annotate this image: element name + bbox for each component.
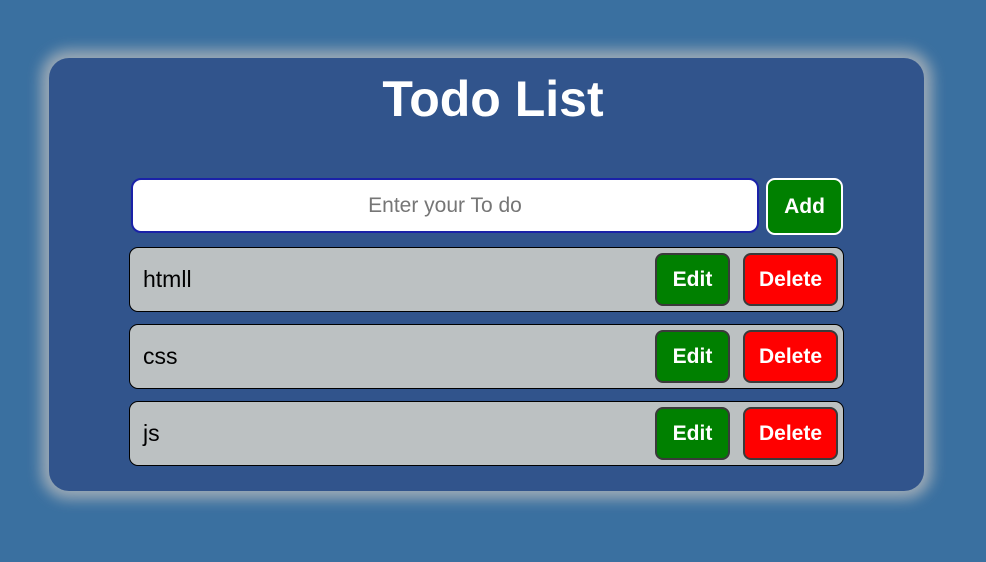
add-button[interactable]: Add [766,178,843,235]
todo-text: js [143,420,160,446]
page-title: Todo List [382,71,604,127]
todo-item: js Edit Delete [129,401,844,466]
todo-item: htmll Edit Delete [129,247,844,312]
todo-list: htmll Edit Delete css Edit Delete js Edi… [129,247,844,478]
delete-button[interactable]: Delete [743,407,838,460]
todo-text: htmll [143,266,192,292]
delete-button[interactable]: Delete [743,330,838,383]
todo-text: css [143,343,178,369]
edit-button[interactable]: Edit [655,407,730,460]
todo-input[interactable] [131,178,759,233]
add-todo-form: Add [131,178,844,235]
todo-item: css Edit Delete [129,324,844,389]
edit-button[interactable]: Edit [655,253,730,306]
delete-button[interactable]: Delete [743,253,838,306]
edit-button[interactable]: Edit [655,330,730,383]
